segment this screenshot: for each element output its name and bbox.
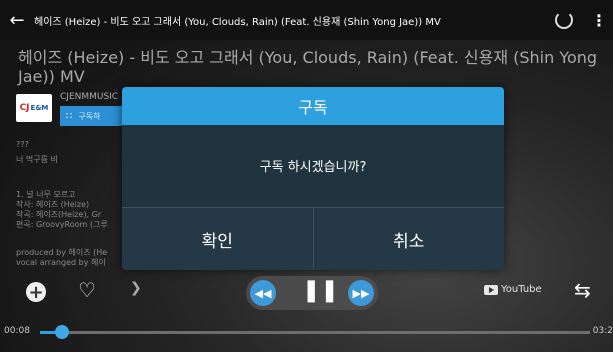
subscribe-label: 구독하	[78, 111, 101, 121]
heart-icon[interactable]: ♡	[78, 278, 96, 302]
player-controls: + ♡ ❯ ◀◀ ❚❚ ▶▶ YouTube ⇆	[0, 272, 613, 312]
confirm-button[interactable]: 확인	[122, 208, 313, 270]
subscribe-dialog: 구독 구독 하시겠습니까? 확인 취소	[122, 87, 504, 270]
progress-bar: 00:08 03:2	[0, 320, 613, 344]
youtube-button[interactable]: YouTube	[484, 284, 542, 295]
dialog-message: 구독 하시겠습니까?	[259, 159, 367, 175]
rss-icon: ∷	[66, 110, 73, 122]
spinner-icon	[555, 11, 573, 29]
description-line: 너 먹구름 비	[16, 155, 58, 164]
dialog-title: 구독	[122, 87, 504, 125]
video-title-bar: 헤이즈 (Heize) - 비도 오고 그래서 (You, Clouds, Ra…	[34, 16, 441, 28]
description-line: 작곡: 헤이즈(Heize), Gr	[16, 210, 102, 219]
youtube-icon	[484, 284, 498, 295]
fast-forward-icon[interactable]: ▶▶	[348, 280, 374, 306]
channel-logo[interactable]: CJ E&M	[16, 94, 52, 122]
description-line: produced by 헤이즈 (He	[16, 248, 108, 257]
description-line: 1. 널 너무 모르고	[16, 190, 76, 199]
pause-icon[interactable]: ❚❚	[302, 278, 339, 303]
dialog-buttons: 확인 취소	[122, 207, 504, 270]
youtube-label: YouTube	[501, 284, 542, 295]
rss-icon[interactable]: ❯	[130, 280, 142, 296]
arrow-left-icon[interactable]: ←	[0, 10, 34, 31]
description-line: ???	[16, 140, 29, 149]
description-line: vocal arranged by 헤이	[16, 258, 106, 267]
cancel-button[interactable]: 취소	[312, 208, 504, 270]
description-line: 편곡: GroovyRoom (그루	[16, 220, 108, 229]
seek-knob[interactable]	[55, 325, 69, 339]
total-time: 03:2	[592, 326, 613, 336]
elapsed-time: 00:08	[4, 326, 30, 336]
playback-pill: ◀◀ ❚❚ ▶▶	[246, 276, 378, 310]
description-line: 작사: 헤이즈 (Heize)	[16, 200, 90, 209]
seek-track[interactable]	[40, 325, 590, 339]
plus-circle-icon[interactable]: +	[26, 282, 46, 303]
top-bar: ← 헤이즈 (Heize) - 비도 오고 그래서 (You, Clouds, …	[0, 0, 613, 40]
rewind-icon[interactable]: ◀◀	[250, 280, 276, 306]
repeat-icon[interactable]: ⇆	[574, 278, 591, 302]
channel-name[interactable]: CJENMMUSIC	[60, 92, 118, 102]
top-actions: ⋮	[555, 0, 607, 40]
video-title: 헤이즈 (Heize) - 비도 오고 그래서 (You, Clouds, Ra…	[18, 48, 598, 86]
kebab-menu-icon[interactable]: ⋮	[591, 11, 607, 30]
